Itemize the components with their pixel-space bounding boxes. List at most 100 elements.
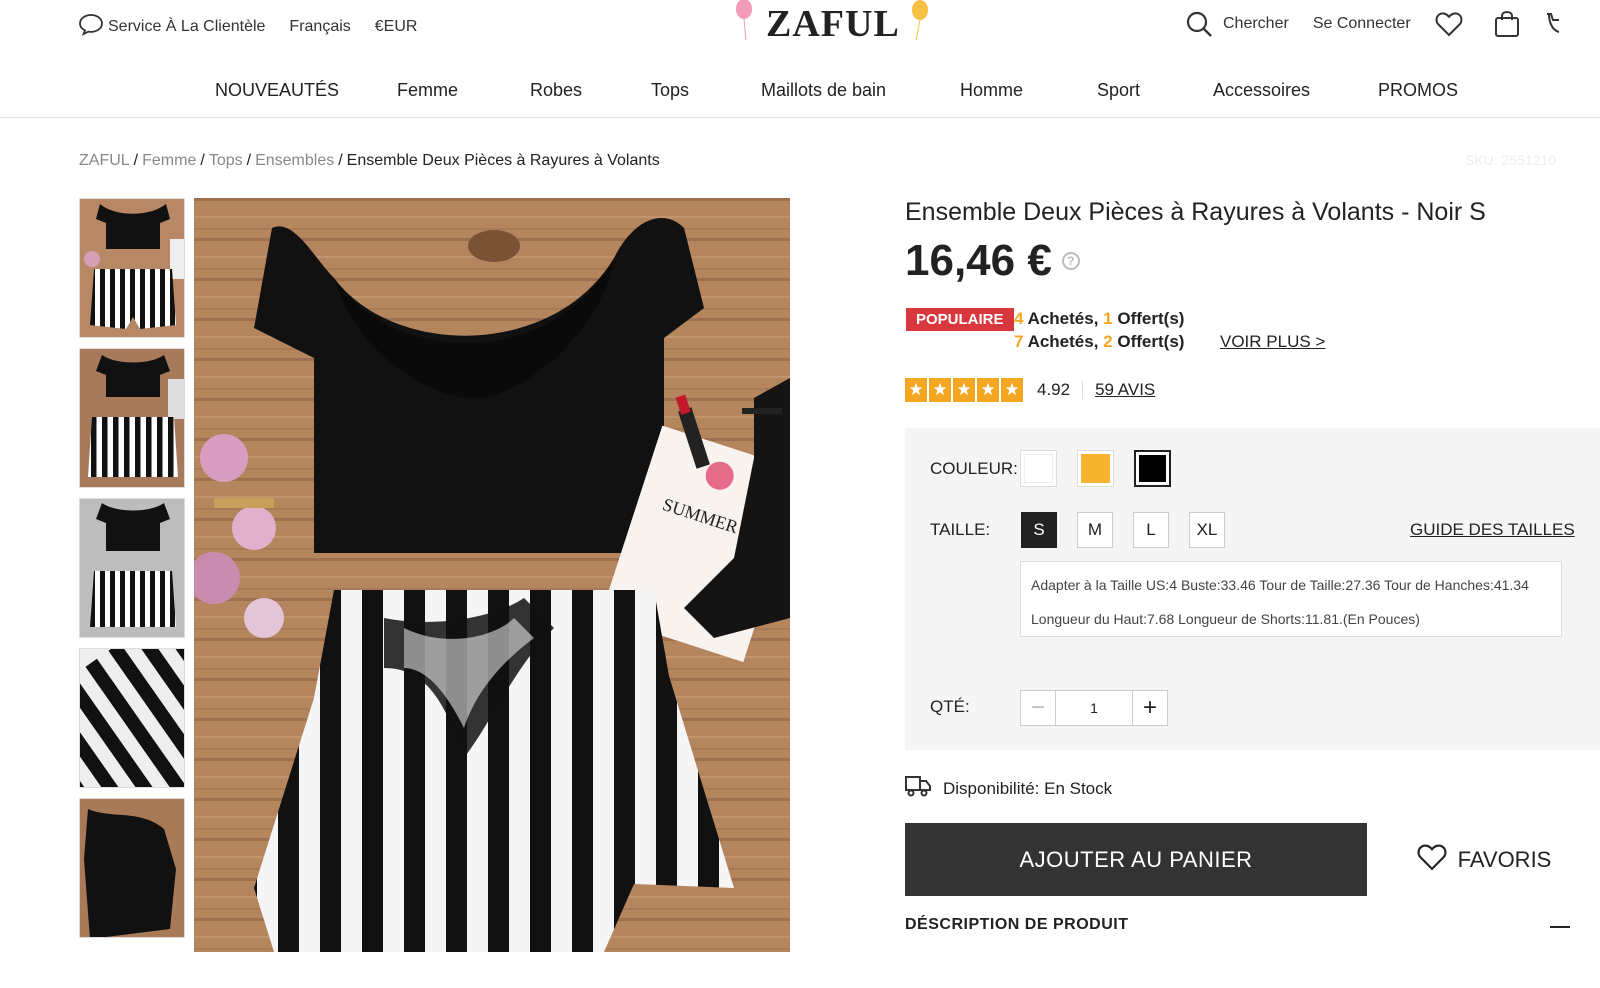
star-icon: ★ — [977, 378, 999, 402]
quantity-increase-button[interactable]: + — [1132, 690, 1168, 726]
sku-label: SKU: 2551210 — [1465, 152, 1557, 168]
size-option-xl[interactable]: XL — [1189, 512, 1225, 548]
nav-item-accessoires[interactable]: Accessoires — [1213, 80, 1310, 101]
size-option-s[interactable]: S — [1021, 512, 1057, 548]
offered-count: 2 — [1103, 332, 1113, 351]
popular-badge: POPULAIRE — [906, 308, 1014, 331]
collapse-icon[interactable] — [1550, 926, 1570, 928]
breadcrumb-link-zaful[interactable]: ZAFUL — [79, 152, 130, 169]
heart-icon[interactable] — [1435, 11, 1463, 37]
thumbnail-2[interactable] — [79, 348, 185, 488]
color-fill — [1024, 454, 1053, 483]
color-fill — [1139, 455, 1166, 482]
breadcrumb-separator: / — [133, 152, 139, 169]
top-bar: Service À La Clientèle Français €EUR ZAF… — [0, 0, 1600, 52]
top-bar-right: Chercher Se Connecter — [1185, 10, 1559, 38]
stock-status: Disponibilité: En Stock — [905, 774, 1112, 803]
thumbnail-gallery — [79, 198, 185, 948]
quantity-decrease-button[interactable]: − — [1020, 690, 1056, 726]
bought-count: 4 — [1014, 309, 1024, 328]
star-icon: ★ — [1001, 378, 1023, 402]
breadcrumb-separator: / — [246, 152, 252, 169]
quantity-stepper: − 1 + — [1020, 690, 1168, 726]
thumbnail-1[interactable] — [79, 198, 185, 338]
language-selector[interactable]: Français — [289, 18, 350, 36]
nav-item-robes[interactable]: Robes — [530, 80, 582, 101]
bought-label: Achetés, — [1027, 332, 1099, 351]
product-price: 16,46 € — [905, 236, 1052, 285]
offered-count: 1 — [1103, 309, 1113, 328]
product-options: COULEUR: TAILLE: S M L XL GUIDE DES TAIL… — [905, 428, 1600, 750]
delivery-truck-icon — [905, 774, 931, 803]
breadcrumb-link-tops[interactable]: Tops — [209, 152, 243, 169]
thumbnail-3[interactable] — [79, 498, 185, 638]
logo-wordmark: ZAFUL — [766, 3, 900, 45]
size-option-l[interactable]: L — [1133, 512, 1169, 548]
nav-item-maillots[interactable]: Maillots de bain — [761, 80, 886, 101]
star-icon: ★ — [929, 378, 951, 402]
star-icon: ★ — [953, 378, 975, 402]
star-icon: ★ — [905, 378, 927, 402]
nav-item-sport[interactable]: Sport — [1097, 80, 1140, 101]
favorites-button[interactable]: FAVORIS — [1367, 823, 1600, 896]
purchase-stats-line-2: 7 Achetés, 2 Offert(s) — [1014, 332, 1184, 352]
nav-item-tops[interactable]: Tops — [651, 80, 689, 101]
main-navigation: NOUVEAUTÉS Femme Robes Tops Maillots de … — [0, 72, 1600, 118]
nav-item-nouveautes[interactable]: NOUVEAUTÉS — [215, 80, 339, 101]
color-fill — [1081, 454, 1110, 483]
heart-icon — [1416, 843, 1448, 877]
currency-selector[interactable]: €EUR — [375, 18, 418, 36]
main-product-image[interactable]: SUMMER — [194, 198, 790, 952]
price-help-icon[interactable]: ? — [1061, 252, 1080, 270]
breadcrumb-separator: / — [200, 152, 205, 169]
rating-divider — [1082, 381, 1084, 399]
thumbnail-5[interactable] — [79, 798, 185, 938]
thumbnail-4[interactable] — [79, 648, 185, 788]
search-icon — [1185, 10, 1213, 38]
offered-label: Offert(s) — [1117, 332, 1185, 351]
site-logo[interactable]: ZAFUL — [730, 0, 930, 46]
rating-row: ★ ★ ★ ★ ★ 4.92 59 AVIS — [905, 378, 1155, 402]
color-swatch-white[interactable] — [1020, 450, 1057, 487]
customer-service-label: Service À La Clientèle — [108, 17, 266, 35]
reviews-link[interactable]: 59 AVIS — [1095, 380, 1155, 400]
product-description-toggle[interactable]: DÉSCRIPTION DE PRODUIT — [905, 916, 1128, 934]
quantity-label: QTÉ: — [930, 697, 970, 716]
nav-item-femme[interactable]: Femme — [397, 80, 458, 101]
voir-plus-link[interactable]: VOIR PLUS > — [1220, 332, 1325, 352]
bought-count: 7 — [1014, 332, 1024, 351]
breadcrumb-link-femme[interactable]: Femme — [142, 152, 196, 169]
size-guide-link[interactable]: GUIDE DES TAILLES — [1410, 520, 1575, 540]
nav-item-promos[interactable]: PROMOS — [1378, 80, 1458, 101]
breadcrumb: ZAFUL / Femme / Tops / Ensembles / Ensemble Deux… — [79, 152, 660, 170]
customer-service-link[interactable]: Service À La Clientèle — [78, 12, 265, 41]
bought-label: Achetés, — [1027, 309, 1099, 328]
color-swatch-black[interactable] — [1134, 450, 1171, 487]
product-price-row: 16,46 € ? — [905, 236, 1080, 286]
breadcrumb-separator: / — [338, 152, 343, 169]
search-label: Chercher — [1223, 15, 1289, 32]
rating-score: 4.92 — [1037, 380, 1071, 399]
quantity-input[interactable]: 1 — [1056, 690, 1132, 726]
product-title: Ensemble Deux Pièces à Rayures à Volants… — [905, 198, 1486, 226]
chat-icon — [78, 12, 104, 41]
stock-text: Disponibilité: En Stock — [943, 778, 1113, 798]
search-button[interactable]: Chercher — [1185, 10, 1289, 38]
add-to-cart-button[interactable]: AJOUTER AU PANIER — [905, 823, 1367, 896]
size-details: Adapter à la Taille US:4 Buste:33.46 Tou… — [1020, 561, 1562, 637]
color-label: COULEUR: — [930, 459, 1018, 478]
purchase-stats-line-1: 4 Achetés, 1 Offert(s) — [1014, 309, 1184, 329]
star-rating: ★ ★ ★ ★ ★ — [905, 378, 1023, 402]
breadcrumb-current: Ensemble Deux Pièces à Rayures à Volants — [346, 152, 660, 169]
size-label: TAILLE: — [930, 520, 991, 539]
color-swatch-yellow[interactable] — [1077, 450, 1114, 487]
offered-label: Offert(s) — [1117, 309, 1185, 328]
login-link[interactable]: Se Connecter — [1313, 15, 1411, 33]
size-option-m[interactable]: M — [1077, 512, 1113, 548]
favorites-label: FAVORIS — [1457, 846, 1552, 872]
top-bar-left: Service À La Clientèle Français €EUR — [78, 12, 417, 41]
nav-item-homme[interactable]: Homme — [960, 80, 1023, 101]
shopping-bag-icon[interactable] — [1493, 10, 1521, 38]
cart-icon-partial[interactable] — [1543, 10, 1559, 38]
breadcrumb-link-ensembles[interactable]: Ensembles — [255, 152, 334, 169]
